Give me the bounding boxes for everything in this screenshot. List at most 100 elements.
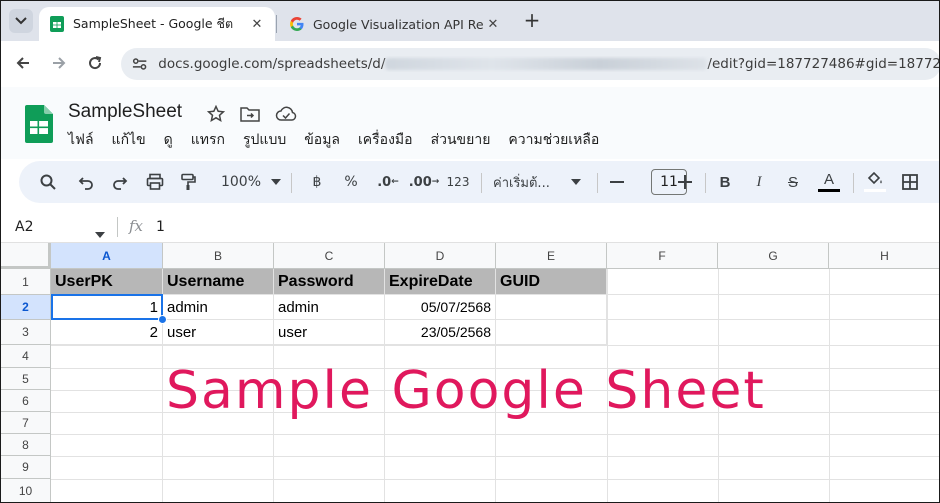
reload-icon <box>89 56 102 70</box>
url-suffix: /edit?gid=187727486#gid=187727486 <box>707 56 939 72</box>
menu-data[interactable]: ข้อมูล <box>304 129 340 151</box>
new-tab-button[interactable]: + <box>521 10 543 32</box>
search-menus-button[interactable] <box>37 170 59 194</box>
url-prefix: docs.google.com/spreadsheets/d/ <box>158 56 386 72</box>
currency-format-button[interactable]: ฿ <box>307 170 327 194</box>
star-icon[interactable] <box>205 103 227 125</box>
tab-strip: SampleSheet - Google ชีต ✕ Google Visual… <box>1 1 939 41</box>
row-header-7[interactable]: 7 <box>1 412 51 434</box>
formula-bar: A2 fx 1 <box>1 211 939 243</box>
browser-window: SampleSheet - Google ชีต ✕ Google Visual… <box>0 0 940 503</box>
select-all-corner[interactable] <box>1 243 51 269</box>
menu-tools[interactable]: เครื่องมือ <box>358 129 413 151</box>
row-header-4[interactable]: 4 <box>1 345 51 368</box>
font-dropdown[interactable] <box>569 170 583 194</box>
row-header-5[interactable]: 5 <box>1 368 51 390</box>
column-header-a[interactable]: A <box>51 243 163 269</box>
strikethrough-button[interactable]: S <box>783 170 803 194</box>
row-header-10[interactable]: 10 <box>1 479 51 502</box>
row-header-6[interactable]: 6 <box>1 390 51 412</box>
more-formats-button[interactable]: 123 <box>445 170 471 194</box>
url-text: docs.google.com/spreadsheets/d/ /edit?gid… <box>158 56 939 72</box>
chevron-down-icon <box>15 17 27 25</box>
menu-insert[interactable]: แทรก <box>191 129 225 151</box>
zoom-dropdown[interactable] <box>269 170 283 194</box>
tab-search-button[interactable] <box>9 9 33 33</box>
row-header-1[interactable]: 1 <box>1 269 51 295</box>
menu-extensions[interactable]: ส่วนขยาย <box>431 129 491 151</box>
text-color-button[interactable]: A <box>817 170 841 194</box>
menu-file[interactable]: ไฟล์ <box>68 129 94 151</box>
row-header-2[interactable]: 2 <box>1 295 51 320</box>
menu-edit[interactable]: แก้ไข <box>112 129 146 151</box>
search-icon <box>40 174 56 190</box>
tab-samplesheet[interactable]: SampleSheet - Google ชีต ✕ <box>39 7 275 41</box>
caret-down-icon <box>95 232 105 238</box>
text-color-swatch <box>818 189 840 192</box>
close-icon[interactable]: ✕ <box>483 17 503 32</box>
print-button[interactable] <box>143 170 167 194</box>
borders-icon <box>902 174 918 190</box>
column-header-e[interactable]: E <box>496 243 607 269</box>
borders-button[interactable] <box>899 170 921 194</box>
undo-button[interactable] <box>75 170 97 194</box>
fill-handle[interactable] <box>158 315 167 324</box>
name-box-dropdown[interactable] <box>95 223 105 242</box>
back-button[interactable] <box>13 53 33 73</box>
redacted-url-segment <box>385 58 708 70</box>
row-header-8[interactable]: 8 <box>1 434 51 456</box>
italic-button[interactable]: I <box>749 170 769 194</box>
paint-bucket-icon <box>867 172 882 185</box>
menu-format[interactable]: รูปแบบ <box>243 129 286 151</box>
column-header-h[interactable]: H <box>829 243 939 269</box>
row-header-9[interactable]: 9 <box>1 456 51 479</box>
menu-help[interactable]: ความช่วยเหลือ <box>508 129 599 151</box>
text-color-label: A <box>823 171 834 188</box>
decrease-decimal-button[interactable]: .0 ← <box>375 170 401 194</box>
column-header-f[interactable]: F <box>607 243 718 269</box>
percent-format-button[interactable]: % <box>341 170 361 194</box>
google-g-favicon <box>290 17 304 31</box>
document-title[interactable]: SampleSheet <box>68 101 182 123</box>
increase-decimal-button[interactable]: .00 → <box>408 170 440 194</box>
fill-color-button[interactable] <box>863 170 887 194</box>
toolbar-divider <box>705 173 706 193</box>
column-header-c[interactable]: C <box>274 243 385 269</box>
plus-icon <box>678 175 692 189</box>
bold-button[interactable]: B <box>715 170 735 194</box>
site-settings-icon[interactable] <box>131 55 148 73</box>
close-icon[interactable]: ✕ <box>247 17 267 32</box>
column-header-b[interactable]: B <box>163 243 274 269</box>
menu-bar: ไฟล์ แก้ไข ดู แทรก รูปแบบ ข้อมูล เครื่อง… <box>68 129 617 151</box>
zoom-value[interactable]: 100% <box>215 170 267 194</box>
increase-decimal-label: .00 <box>408 174 432 190</box>
forward-button[interactable] <box>49 53 69 73</box>
decrease-font-size-button[interactable] <box>607 170 627 194</box>
arrow-right-icon <box>53 57 66 69</box>
redo-icon <box>113 177 128 190</box>
google-sheets-logo[interactable] <box>25 105 53 143</box>
address-bar[interactable]: docs.google.com/spreadsheets/d/ /edit?gid… <box>121 48 939 80</box>
move-folder-icon[interactable] <box>239 103 261 125</box>
redo-button[interactable] <box>109 170 131 194</box>
column-header-g[interactable]: G <box>718 243 829 269</box>
reload-button[interactable] <box>85 53 105 73</box>
name-box[interactable]: A2 <box>15 219 33 235</box>
toolbar-divider <box>597 173 598 193</box>
column-header-d[interactable]: D <box>385 243 496 269</box>
row-header-3[interactable]: 3 <box>1 320 51 345</box>
toolbar-divider <box>481 173 482 193</box>
fx-icon: fx <box>129 217 144 235</box>
fill-color-swatch <box>864 189 886 192</box>
caret-down-icon <box>571 179 581 185</box>
cloud-saved-icon[interactable] <box>275 103 297 125</box>
font-family-select[interactable]: ค่าเริ่มต้... <box>493 170 565 194</box>
formula-input[interactable]: 1 <box>156 219 165 235</box>
paint-format-button[interactable] <box>177 170 199 194</box>
tab-divider <box>276 15 277 33</box>
tab-label: SampleSheet - Google ชีต <box>73 16 234 31</box>
increase-font-size-button[interactable] <box>675 170 695 194</box>
google-sheets-favicon <box>50 16 64 32</box>
tab-visualization-api[interactable]: Google Visualization API Refere ✕ <box>279 7 511 41</box>
menu-view[interactable]: ดู <box>164 129 173 151</box>
